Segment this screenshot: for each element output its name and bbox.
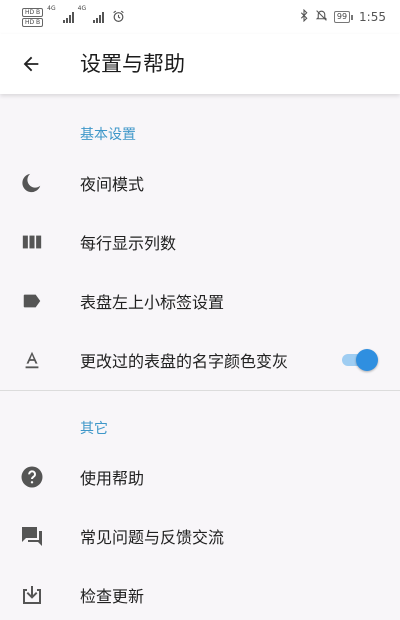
- signal-icon: [93, 11, 105, 23]
- status-bar: HD B HD B 4G 4G 99 1:55: [0, 0, 400, 34]
- item-label: 常见问题与反馈交流: [80, 528, 225, 547]
- item-usage-help[interactable]: 使用帮助: [0, 452, 400, 502]
- gray-names-toggle[interactable]: [340, 348, 380, 372]
- setting-dial-tag[interactable]: 表盘左上小标签设置: [0, 276, 400, 326]
- page-title: 设置与帮助: [80, 52, 185, 76]
- download-box-icon: [20, 583, 44, 607]
- item-faq-feedback[interactable]: 常见问题与反馈交流: [0, 511, 400, 561]
- network-label: 4G: [47, 5, 56, 12]
- setting-label: 表盘左上小标签设置: [80, 293, 225, 312]
- setting-gray-changed-names[interactable]: 更改过的表盘的名字颜色变灰: [0, 335, 400, 385]
- feedback-chat-icon: [20, 524, 44, 548]
- item-check-update[interactable]: 检查更新: [0, 570, 400, 620]
- item-label: 使用帮助: [80, 469, 145, 488]
- battery-level: 99: [333, 11, 351, 23]
- mute-icon: [315, 9, 328, 25]
- status-right: 99 1:55: [299, 8, 386, 25]
- section-header-basic: 基本设置: [80, 127, 136, 143]
- help-circle-icon: [20, 465, 44, 489]
- arrow-left-icon: [23, 56, 39, 72]
- signal-icon: [62, 11, 74, 23]
- bluetooth-icon: [299, 8, 309, 25]
- columns-icon: [20, 230, 44, 254]
- setting-label: 夜间模式: [80, 175, 145, 194]
- setting-label: 更改过的表盘的名字颜色变灰: [80, 352, 289, 371]
- setting-columns-per-row[interactable]: 每行显示列数: [0, 217, 400, 267]
- battery-icon: 99: [333, 11, 354, 23]
- hd-badges: HD B HD B: [22, 7, 44, 27]
- alarm-icon: [112, 8, 125, 27]
- setting-label: 每行显示列数: [80, 234, 177, 253]
- moon-icon: [20, 171, 44, 195]
- clock: 1:55: [359, 10, 386, 24]
- hd-badge: HD B: [22, 17, 44, 27]
- text-format-icon: [20, 348, 44, 372]
- section-divider: [0, 390, 400, 391]
- hd-badge: HD B: [22, 7, 44, 17]
- setting-night-mode[interactable]: 夜间模式: [0, 158, 400, 208]
- section-header-other: 其它: [80, 421, 108, 437]
- status-left: HD B HD B 4G 4G: [22, 5, 125, 29]
- back-button[interactable]: [18, 51, 44, 77]
- network-label: 4G: [77, 5, 87, 12]
- toggle-thumb: [356, 349, 378, 371]
- label-tag-icon: [20, 289, 44, 313]
- app-bar: 设置与帮助: [0, 34, 400, 94]
- item-label: 检查更新: [80, 587, 145, 606]
